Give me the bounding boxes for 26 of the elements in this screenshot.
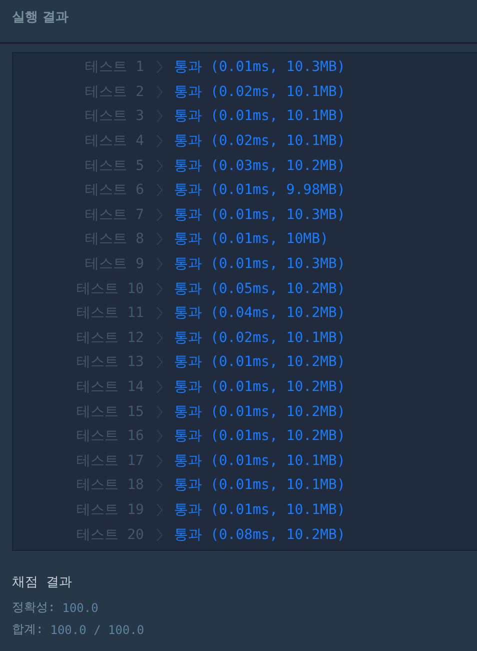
test-result: 통과 (0.03ms, 10.2MB) (174, 156, 346, 175)
test-result: 통과 (0.01ms, 10.1MB) (174, 476, 346, 494)
test-result: 통과 (0.01ms, 10.2MB) (174, 378, 346, 396)
score-label: 정확성: (12, 599, 56, 616)
test-result: 통과 (0.02ms, 10.1MB) (174, 132, 346, 150)
test-result: 통과 (0.01ms, 10.3MB) (174, 206, 346, 224)
section-title: 실행 결과 (12, 9, 69, 26)
test-result: 통과 (0.05ms, 10.2MB) (174, 280, 346, 298)
test-result: 통과 (0.01ms, 10MB) (174, 230, 330, 248)
test-result: 통과 (0.02ms, 10.1MB) (174, 328, 346, 347)
test-result: 통과 (0.02ms, 10.1MB) (174, 82, 346, 101)
score-value: 100.0 / 100.0 (50, 622, 144, 637)
test-result: 통과 (0.01ms, 10.1MB) (174, 500, 346, 519)
test-result: 통과 (0.01ms, 10.3MB) (174, 58, 346, 76)
test-result: 통과 (0.01ms, 10.1MB) (174, 107, 346, 126)
test-result: 통과 (0.01ms, 10.2MB) (174, 353, 346, 372)
test-result: 통과 (0.01ms, 10.2MB) (174, 427, 346, 446)
test-result: 통과 (0.01ms, 10.3MB) (174, 255, 346, 274)
test-result: 통과 (0.04ms, 10.2MB) (174, 304, 346, 322)
test-result: 통과 (0.01ms, 10.1MB) (174, 452, 346, 470)
score-label: 합계: (12, 621, 44, 638)
grading-title: 채점 결과 (12, 574, 73, 591)
test-result: 통과 (0.08ms, 10.2MB) (174, 526, 346, 544)
test-result: 통과 (0.01ms, 9.98MB) (174, 181, 346, 200)
score-value: 100.0 (62, 600, 98, 615)
test-result: 통과 (0.01ms, 10.2MB) (174, 402, 346, 421)
